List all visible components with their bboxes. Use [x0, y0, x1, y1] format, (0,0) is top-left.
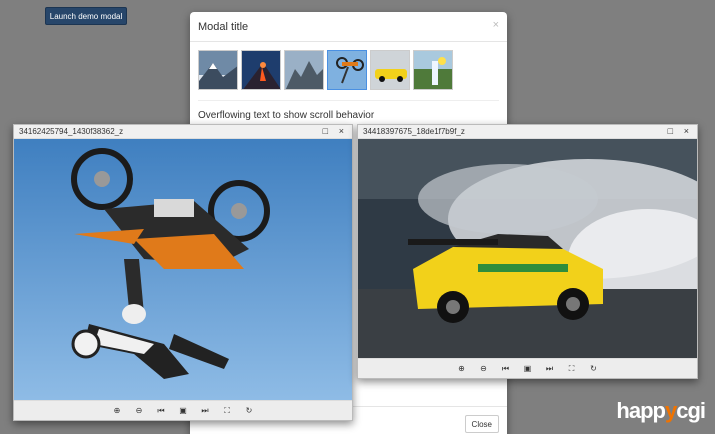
modal-close-button[interactable]: Close	[464, 415, 499, 433]
close-icon[interactable]: ×	[684, 126, 689, 136]
modal-close-icon[interactable]: ×	[493, 19, 499, 31]
modal-title: Modal title	[198, 21, 249, 33]
close-icon[interactable]: ×	[339, 126, 344, 136]
zoom-in-icon[interactable]: ⊕	[111, 406, 123, 415]
viewer-titlebar[interactable]: 34418397675_18de1f7b9f_z □ ×	[358, 125, 697, 139]
brand-watermark-start: happ	[616, 398, 666, 423]
fullscreen-icon[interactable]: ⛶	[221, 406, 233, 416]
maximize-icon[interactable]: □	[668, 126, 673, 136]
maximize-icon[interactable]: □	[323, 126, 328, 136]
rotate-icon[interactable]: ↻	[588, 364, 600, 373]
zoom-out-icon[interactable]: ⊖	[133, 406, 145, 415]
brand-watermark: happycgi	[616, 398, 706, 424]
thumbnail-motocross[interactable]	[327, 50, 367, 90]
modal-header: Modal title ×	[190, 12, 507, 42]
brand-watermark-accent: y	[664, 398, 677, 423]
thumbnail-waterfall[interactable]	[413, 50, 453, 90]
viewer-image-race-car	[358, 139, 697, 358]
viewer-titlebar[interactable]: 34162425794_1430f38362_z □ ×	[14, 125, 352, 139]
image-viewer-left: 34162425794_1430f38362_z □ × ⊕ ⊖ ⏮ ▣ ⏭ ⛶…	[13, 124, 353, 421]
viewer-toolbar: ⊕ ⊖ ⏮ ▣ ⏭ ⛶ ↻	[358, 358, 697, 378]
original-size-icon[interactable]: ▣	[522, 364, 534, 373]
modal-divider	[198, 100, 499, 101]
thumbnail-gallery	[198, 50, 453, 90]
thumbnail-rocky-peaks[interactable]	[284, 50, 324, 90]
viewer-title: 34418397675_18de1f7b9f_z	[363, 127, 465, 136]
previous-icon[interactable]: ⏮	[155, 406, 167, 416]
rotate-icon[interactable]: ↻	[243, 406, 255, 415]
zoom-out-icon[interactable]: ⊖	[478, 364, 490, 373]
thumbnail-race-car[interactable]	[370, 50, 410, 90]
viewer-toolbar: ⊕ ⊖ ⏮ ▣ ⏭ ⛶ ↻	[14, 400, 352, 420]
thumbnail-volcano[interactable]	[241, 50, 281, 90]
next-icon[interactable]: ⏭	[199, 406, 211, 416]
fullscreen-icon[interactable]: ⛶	[566, 364, 578, 374]
viewer-title: 34162425794_1430f38362_z	[19, 127, 124, 136]
thumbnail-mountains[interactable]	[198, 50, 238, 90]
original-size-icon[interactable]: ▣	[177, 406, 189, 415]
next-icon[interactable]: ⏭	[544, 364, 556, 374]
modal-body-heading: Overflowing text to show scroll behavior	[198, 110, 375, 121]
viewer-image-motocross	[14, 139, 352, 400]
previous-icon[interactable]: ⏮	[500, 364, 512, 374]
brand-watermark-end: cgi	[676, 398, 706, 423]
launch-demo-modal-button[interactable]: Launch demo modal	[45, 7, 127, 25]
zoom-in-icon[interactable]: ⊕	[456, 364, 468, 373]
image-viewer-right: 34418397675_18de1f7b9f_z □ × ⊕ ⊖ ⏮ ▣ ⏭ ⛶…	[357, 124, 698, 379]
